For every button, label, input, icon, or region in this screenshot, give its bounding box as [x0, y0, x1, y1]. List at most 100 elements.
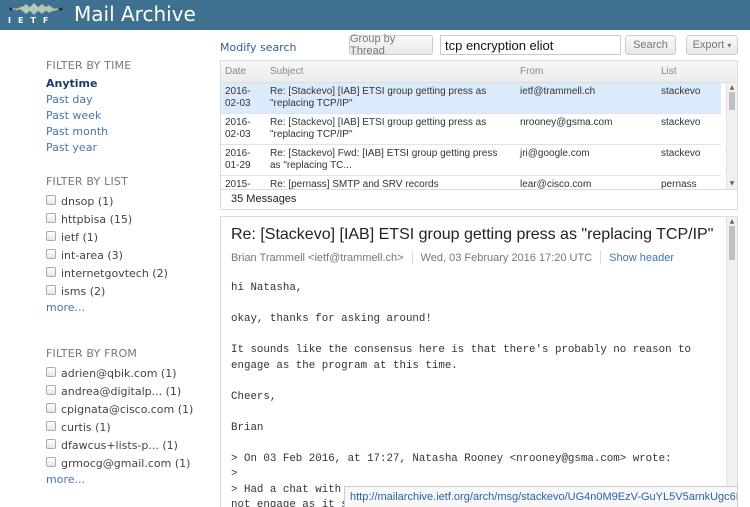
list-filter-item[interactable]: dnsop (1) [46, 192, 216, 210]
column-header-list[interactable]: List [661, 66, 677, 77]
checkbox[interactable] [46, 438, 56, 449]
checkbox[interactable] [46, 194, 56, 205]
from-filter-item[interactable]: dfawcus+lists-p... (1) [46, 436, 216, 454]
chevron-down-icon: ▾ [727, 40, 732, 50]
row-date: 2016- 02-03 [225, 86, 251, 109]
message-meta: Brian Trammell <ietf@trammell.ch> Wed, 0… [231, 251, 674, 264]
scrollbar-thumb[interactable] [729, 92, 735, 110]
link-status-tooltip: http://mailarchive.ietf.org/arch/msg/sta… [344, 486, 738, 507]
from-filter-item[interactable]: adrien@qbik.com (1) [46, 364, 216, 382]
list-filter-label: internetgovtech (2) [61, 266, 168, 280]
from-filter-label: andrea@digitalp... (1) [61, 384, 182, 398]
search-button[interactable]: Search [625, 35, 676, 55]
app-title[interactable]: Mail Archive [74, 1, 196, 27]
checkbox[interactable] [46, 284, 56, 295]
list-filter-item[interactable]: internetgovtech (2) [46, 264, 216, 282]
logo-text: IETF [8, 16, 56, 25]
from-filter-more-link[interactable]: more... [46, 472, 216, 488]
message-body: hi Natasha, okay, thanks for asking arou… [231, 282, 692, 507]
message-row[interactable]: 2015- Re: [pernass] SMTP and SRV records… [221, 176, 721, 189]
filter-time-heading: FILTER BY TIME [46, 59, 132, 72]
show-header-link[interactable]: Show header [609, 252, 674, 264]
message-row[interactable]: 2016- 01-29 Re: [Stackevo] Fwd: [IAB] ET… [221, 145, 721, 176]
checkbox[interactable] [46, 366, 56, 377]
search-input[interactable] [440, 35, 621, 55]
row-from: nrooney@gsma.com [520, 117, 613, 128]
row-list: stackevo [661, 117, 701, 128]
row-from: lear@cisco.com [520, 179, 592, 189]
row-subject: Re: [Stackevo] [IAB] ETSI group getting … [270, 86, 487, 109]
filter-by-time: FILTER BY TIME Anytime Past day Past wee… [46, 58, 216, 156]
message-count: 35 Messages [221, 189, 737, 209]
checkbox[interactable] [46, 402, 56, 413]
list-filter-item[interactable]: isms (2) [46, 282, 216, 300]
meta-divider [411, 251, 413, 264]
checkbox[interactable] [46, 266, 56, 277]
time-filter-past-month[interactable]: Past month [46, 124, 216, 140]
from-filter-label: cpignata@cisco.com (1) [61, 402, 194, 416]
row-subject: Re: [Stackevo] [IAB] ETSI group getting … [270, 117, 487, 140]
from-filter-label: curtis (1) [61, 420, 111, 434]
row-list: stackevo [661, 86, 701, 97]
app-header: IETF Mail Archive [0, 0, 750, 30]
checkbox[interactable] [46, 384, 56, 395]
time-filter-past-week[interactable]: Past week [46, 108, 216, 124]
time-filter-past-day[interactable]: Past day [46, 92, 216, 108]
list-filter-label: dnsop (1) [61, 194, 114, 208]
scroll-up-arrow-icon[interactable]: ▲ [727, 218, 737, 226]
checkbox[interactable] [46, 230, 56, 241]
list-filter-label: isms (2) [61, 284, 106, 298]
from-filter-label: adrien@qbik.com (1) [61, 366, 177, 380]
column-header-subject[interactable]: Subject [270, 66, 303, 77]
filter-by-list: FILTER BY LIST dnsop (1) httpbisa (15) i… [46, 174, 216, 316]
from-filter-item[interactable]: andrea@digitalp... (1) [46, 382, 216, 400]
list-filter-item[interactable]: ietf (1) [46, 228, 216, 246]
checkbox[interactable] [46, 212, 56, 223]
checkbox[interactable] [46, 456, 56, 467]
scrollbar-thumb[interactable] [729, 226, 735, 260]
modify-search-link[interactable]: Modify search [220, 41, 296, 54]
message-view: Re: [Stackevo] [IAB] ETSI group getting … [220, 216, 738, 507]
message-date: Wed, 03 February 2016 17:20 UTC [420, 251, 593, 264]
message-list: Date Subject From List 2016- 02-03 Re: [… [220, 60, 738, 210]
group-by-thread-button[interactable]: Group by Thread [349, 33, 433, 57]
column-header-from[interactable]: From [520, 66, 543, 77]
filter-sidebar: FILTER BY TIME Anytime Past day Past wee… [46, 58, 216, 488]
time-filter-anytime[interactable]: Anytime [46, 76, 216, 92]
row-date: 2016- 01-29 [225, 148, 251, 171]
time-filter-past-year[interactable]: Past year [46, 140, 216, 156]
row-subject: Re: [Stackevo] Fwd: [IAB] ETSI group get… [270, 148, 498, 171]
list-filter-label: httpbisa (15) [61, 212, 133, 226]
from-filter-item[interactable]: curtis (1) [46, 418, 216, 436]
filter-list-heading: FILTER BY LIST [46, 175, 129, 188]
from-filter-label: grmocg@gmail.com (1) [61, 456, 191, 470]
checkbox[interactable] [46, 248, 56, 259]
row-subject: Re: [pernass] SMTP and SRV records [270, 179, 439, 189]
filter-by-from: FILTER BY FROM adrien@qbik.com (1) andre… [46, 346, 216, 488]
row-list: stackevo [661, 148, 701, 159]
message-list-header: Date Subject From List [221, 61, 737, 83]
scroll-up-arrow-icon[interactable]: ▲ [727, 84, 737, 92]
row-from: ietf@trammell.ch [520, 86, 596, 97]
message-list-scrollbar[interactable]: ▲ ▼ [726, 83, 737, 189]
list-filter-item[interactable]: int-area (3) [46, 246, 216, 264]
list-filter-label: int-area (3) [61, 248, 123, 262]
meta-divider [600, 251, 602, 264]
message-row[interactable]: 2016- 02-03 Re: [Stackevo] [IAB] ETSI gr… [221, 114, 721, 145]
list-filter-more-link[interactable]: more... [46, 300, 216, 316]
message-row[interactable]: 2016- 02-03 Re: [Stackevo] [IAB] ETSI gr… [221, 83, 721, 114]
export-button[interactable]: Export ▾ [686, 35, 738, 55]
row-from: jri@google.com [520, 148, 590, 159]
from-filter-label: dfawcus+lists-p... (1) [61, 438, 178, 452]
checkbox[interactable] [46, 420, 56, 431]
row-date: 2016- 02-03 [225, 117, 251, 140]
from-filter-item[interactable]: cpignata@cisco.com (1) [46, 400, 216, 418]
column-header-date[interactable]: Date [225, 66, 246, 77]
from-filter-item[interactable]: grmocg@gmail.com (1) [46, 454, 216, 472]
filter-from-heading: FILTER BY FROM [46, 347, 138, 360]
scroll-down-arrow-icon[interactable]: ▼ [727, 180, 737, 188]
list-filter-item[interactable]: httpbisa (15) [46, 210, 216, 228]
export-label: Export [692, 39, 725, 51]
message-rows: 2016- 02-03 Re: [Stackevo] [IAB] ETSI gr… [221, 83, 721, 189]
message-view-scrollbar[interactable]: ▲ ▼ [726, 217, 737, 507]
